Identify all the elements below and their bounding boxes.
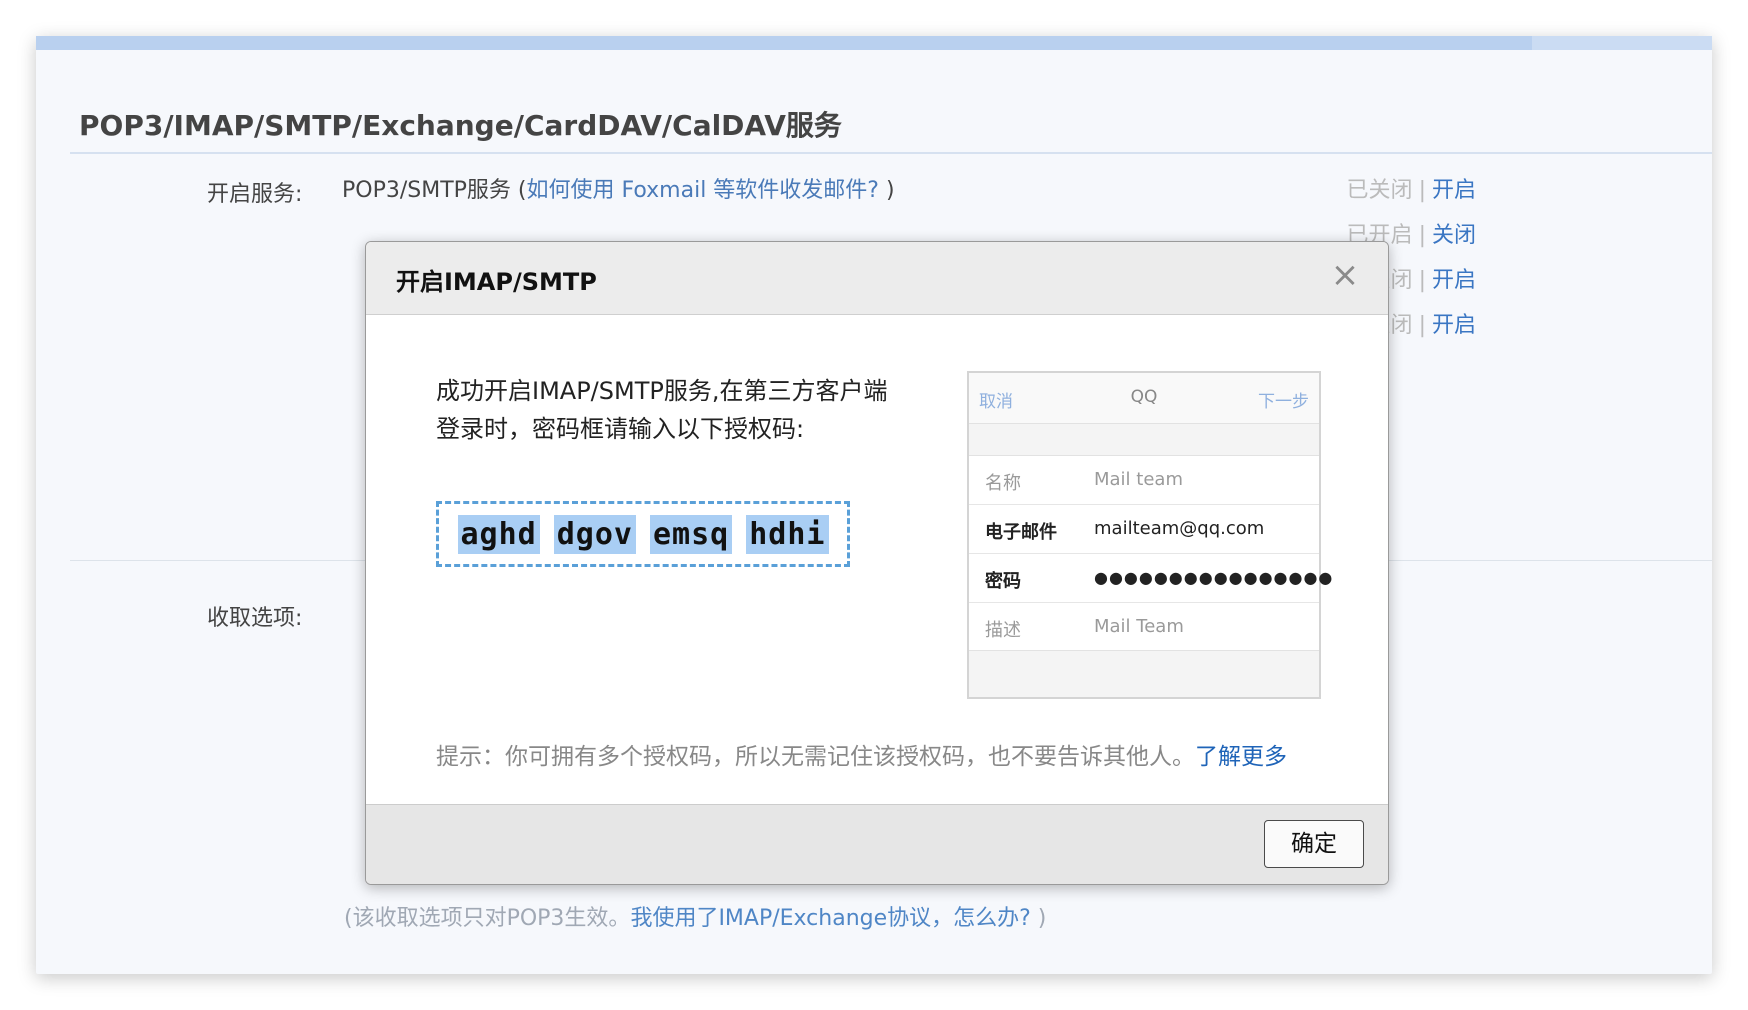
imap-smtp-dialog: 开启IMAP/SMTP × 成功开启IMAP/SMTP服务,在第三方客户端 登录… [365,241,1389,885]
status-separator: | [1418,268,1426,293]
learn-more-link[interactable]: 了解更多 [1195,744,1287,770]
status-separator: | [1418,313,1426,338]
service-toggle-link[interactable]: 开启 [1432,313,1476,338]
top-accent-bar [36,36,1712,50]
auth-code-part: aghd [457,514,540,554]
receive-options-label: 收取选项: [207,606,303,631]
section-divider [70,152,1712,154]
status-separator: | [1418,223,1426,248]
services-label: 开启服务: [207,182,303,207]
phone-form-row: 密码 ●●●●●●●●●●●●●●●● [969,554,1332,603]
imap-help-link[interactable]: 我使用了IMAP/Exchange协议，怎么办? [630,906,1030,931]
status-separator: | [1418,178,1426,203]
section-title: POP3/IMAP/SMTP/Exchange/CardDAV/CalDAV服务 [79,109,842,142]
service-toggle-link[interactable]: 开启 [1432,268,1476,293]
intro-line-2: 登录时，密码框请输入以下授权码: [436,415,805,443]
service-toggle-link[interactable]: 开启 [1432,178,1476,203]
service-toggle-link[interactable]: 关闭 [1432,223,1476,248]
pop3-close-paren: ) [878,178,895,203]
phone-field-value: mailteam@qq.com [1094,518,1265,539]
phone-illustration: QQ 取消 下一步 名称 Mail team 电子邮件 mailteam@qq.… [967,371,1332,699]
receive-note-prefix: (该收取选项只对POP3生效。 [344,906,631,931]
receive-note: (该收取选项只对POP3生效。我使用了IMAP/Exchange协议，怎么办? … [344,900,1046,932]
service-status: 已关闭 [1346,178,1413,203]
top-accent-bar-end [1532,36,1712,50]
dialog-intro: 成功开启IMAP/SMTP服务,在第三方客户端 登录时，密码框请输入以下授权码: [436,372,906,448]
auth-code-part: dgov [553,514,636,554]
dialog-footer: 确定 [366,804,1388,884]
pop3-service-text: POP3/SMTP服务 ( [342,178,527,203]
phone-form-row: 电子邮件 mailteam@qq.com [969,505,1319,554]
foxmail-help-link[interactable]: 如何使用 Foxmail 等软件收发邮件? [527,178,879,203]
dialog-header: 开启IMAP/SMTP × [366,242,1388,315]
phone-field-label: 密码 [985,571,1021,592]
phone-field-label: 电子邮件 [985,522,1057,543]
dialog-hint: 提示：你可拥有多个授权码，所以无需记住该授权码，也不要告诉其他人。了解更多 [436,737,1287,771]
confirm-button[interactable]: 确定 [1264,820,1364,868]
auth-code-part: hdhi [746,514,829,554]
intro-line-1: 成功开启IMAP/SMTP服务,在第三方客户端 [436,377,888,405]
phone-field-value: Mail Team [1094,616,1184,637]
auth-code-part: emsq [650,514,733,554]
pop3-service-row: POP3/SMTP服务 (如何使用 Foxmail 等软件收发邮件? ) [342,172,895,204]
service-status-row-1: 已关闭 | 开启 [1347,172,1476,204]
hint-text: 提示：你可拥有多个授权码，所以无需记住该授权码，也不要告诉其他人。 [436,744,1195,770]
phone-form: 名称 Mail team 电子邮件 mailteam@qq.com 密码 ●●●… [969,455,1332,651]
phone-form-row: 名称 Mail team [969,456,1319,505]
dialog-title: 开启IMAP/SMTP [396,268,597,296]
auth-code-box[interactable]: aghd dgov emsq hdhi [436,501,850,567]
phone-cancel-label: 取消 [979,392,1013,412]
receive-note-suffix: ) [1030,906,1047,931]
phone-form-row: 描述 Mail Team [969,603,1319,651]
phone-password-dots: ●●●●●●●●●●●●●●●● [1094,568,1334,587]
phone-field-label: 描述 [985,620,1021,641]
phone-nav-bar: QQ 取消 下一步 [969,373,1319,424]
close-icon[interactable]: × [1328,258,1362,292]
phone-field-label: 名称 [985,473,1021,494]
phone-field-value: Mail team [1094,469,1183,490]
phone-next-label: 下一步 [1258,392,1309,412]
